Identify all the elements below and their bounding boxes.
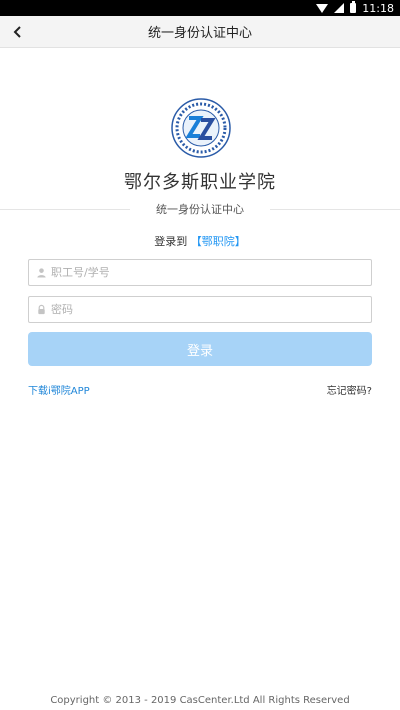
signal-icon [334, 3, 345, 13]
back-arrow-icon [13, 26, 21, 38]
copyright-footer: Copyright © 2013 - 2019 CasCenter.Ltd Al… [50, 695, 350, 706]
school-logo [171, 98, 231, 158]
password-field[interactable] [28, 296, 372, 323]
divider-text: 统一身份认证中心 [156, 203, 244, 216]
status-time: 11:18 [362, 1, 394, 15]
page-title: 统一身份认证中心 [147, 26, 252, 41]
username-field[interactable] [28, 259, 372, 286]
back-button[interactable] [6, 20, 30, 44]
username-input[interactable] [51, 266, 371, 279]
forgot-password-link[interactable]: 忘记密码? [327, 382, 372, 397]
school-name: 鄂尔多斯职业学院 [124, 172, 276, 193]
wifi-icon [316, 3, 329, 13]
password-input[interactable] [51, 303, 371, 316]
login-to-prefix: 登录到 [154, 235, 188, 248]
login-target: 登录到 【鄂职院】 [0, 233, 400, 249]
download-app-link[interactable]: 下载i鄂院APP [28, 382, 90, 397]
divider: 统一身份认证中心 [0, 200, 400, 218]
battery-icon [350, 1, 357, 13]
login-to-target: 【鄂职院】 [190, 235, 246, 248]
login-button[interactable]: 登录 [28, 332, 372, 366]
nav-bar: 统一身份认证中心 [0, 16, 400, 48]
user-icon [35, 267, 47, 279]
status-bar: 11:18 [0, 0, 400, 16]
lock-icon [35, 304, 47, 316]
